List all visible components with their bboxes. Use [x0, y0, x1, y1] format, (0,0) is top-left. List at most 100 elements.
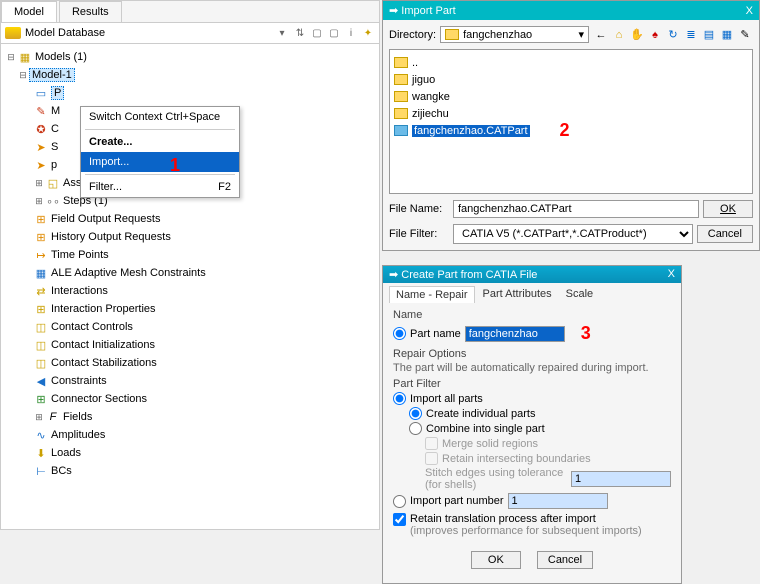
annotation-2: 2: [560, 120, 570, 141]
file-name-input[interactable]: [453, 200, 699, 218]
file-filter-label: File Filter:: [389, 228, 449, 240]
file-catpart[interactable]: fangchenzhao.CATPart2: [394, 122, 748, 139]
database-select[interactable]: Model Database: [25, 27, 275, 39]
part-name-label: Part name: [410, 328, 461, 340]
tool-icon[interactable]: ♠: [647, 27, 663, 43]
create-individual-radio[interactable]: [409, 407, 422, 420]
tree-models[interactable]: ⊟▦Models (1): [5, 48, 375, 66]
new-folder-icon[interactable]: ✎: [737, 27, 753, 43]
tree-contact-init[interactable]: ◫Contact Initializations: [5, 336, 375, 354]
chevron-down-icon[interactable]: ▾: [578, 28, 584, 41]
file-up[interactable]: ..: [394, 54, 748, 71]
retain-translation-sublabel: (improves performance for subsequent imp…: [410, 525, 642, 537]
list-icon[interactable]: ≣: [683, 27, 699, 43]
prev-dir-icon[interactable]: ←: [593, 27, 609, 43]
close-icon[interactable]: X: [746, 5, 753, 17]
retain-boundaries-check: [425, 452, 438, 465]
details-icon[interactable]: ▤: [701, 27, 717, 43]
tree-fields[interactable]: ⊞FFields: [5, 408, 375, 426]
ctx-create[interactable]: Create...: [81, 132, 239, 152]
tab-scale[interactable]: Scale: [560, 286, 600, 303]
folder-icon: [394, 91, 408, 102]
file-name-label: File Name:: [389, 203, 449, 215]
tree-interaction-props[interactable]: ⊞Interaction Properties: [5, 300, 375, 318]
bulb-icon[interactable]: ✦: [361, 26, 375, 40]
ctx-filter[interactable]: Filter...F2: [81, 177, 239, 197]
import-number-input[interactable]: [508, 493, 608, 509]
ctx-import[interactable]: Import...: [81, 152, 239, 172]
annotation-3: 3: [581, 323, 591, 344]
file-list[interactable]: .. jiguo wangke zijiechu fangchenzhao.CA…: [389, 49, 753, 194]
folder-icon: [394, 57, 408, 68]
import-title-text: ➡ Import Part: [389, 4, 456, 17]
tree-connector-sections[interactable]: ⊞Connector Sections: [5, 390, 375, 408]
import-number-radio[interactable]: [393, 495, 406, 508]
tree-parts[interactable]: ▭P: [5, 84, 375, 102]
tree-time-points[interactable]: ↦Time Points: [5, 246, 375, 264]
tab-name-repair[interactable]: Name - Repair: [389, 286, 475, 303]
updown-icon[interactable]: ⇅: [293, 26, 307, 40]
home-icon[interactable]: ⌂: [611, 27, 627, 43]
work-icon[interactable]: ✋: [629, 27, 645, 43]
database-icon: [5, 27, 21, 39]
context-menu: Switch Context Ctrl+Space Create... Impo…: [80, 106, 240, 198]
db-toolbar: ⇅ ▢ ▢ i ✦: [293, 26, 375, 40]
file-folder[interactable]: jiguo: [394, 71, 748, 88]
folder-icon: [445, 29, 459, 40]
tree-contact-controls[interactable]: ◫Contact Controls: [5, 318, 375, 336]
tab-model[interactable]: Model: [1, 1, 57, 22]
tab-results[interactable]: Results: [59, 1, 122, 22]
import-dialog-title: ➡ Import Part X: [383, 1, 759, 20]
annotation-1: 1: [170, 155, 180, 176]
ok-button[interactable]: OK: [471, 551, 521, 569]
import-part-dialog: ➡ Import Part X Directory: fangchenzhao …: [382, 0, 760, 251]
tree-bcs[interactable]: ⊢BCs: [5, 462, 375, 480]
directory-label: Directory:: [389, 29, 436, 41]
new2-icon[interactable]: ▢: [327, 26, 341, 40]
dropdown-icon[interactable]: ▾: [275, 26, 289, 40]
import-all-label: Import all parts: [410, 393, 483, 405]
import-all-radio[interactable]: [393, 392, 406, 405]
part-name-input[interactable]: [465, 326, 565, 342]
ctx-switch-context[interactable]: Switch Context Ctrl+Space: [81, 107, 239, 127]
cancel-button[interactable]: Cancel: [697, 225, 753, 243]
create-part-dialog: ➡ Create Part from CATIA File X Name - R…: [382, 265, 682, 584]
retain-boundaries-label: Retain intersecting boundaries: [442, 453, 591, 465]
stitch-tolerance-input[interactable]: [571, 471, 671, 487]
repair-group-header: Repair Options: [393, 348, 671, 360]
create-dialog-tabs: Name - Repair Part Attributes Scale: [383, 283, 681, 303]
file-folder[interactable]: zijiechu: [394, 105, 748, 122]
tree-model1[interactable]: ⊟Model-1: [5, 66, 375, 84]
tree-contact-stab[interactable]: ◫Contact Stabilizations: [5, 354, 375, 372]
combine-label: Combine into single part: [426, 423, 545, 435]
tree-history-output[interactable]: ⊞History Output Requests: [5, 228, 375, 246]
ok-button[interactable]: OK: [703, 200, 753, 218]
model-tree-panel: Model Results Model Database ▾ ⇅ ▢ ▢ i ✦…: [0, 0, 380, 530]
cancel-button[interactable]: Cancel: [537, 551, 593, 569]
retain-translation-check[interactable]: [393, 513, 406, 526]
tree-interactions[interactable]: ⇄Interactions: [5, 282, 375, 300]
tree-ale[interactable]: ▦ALE Adaptive Mesh Constraints: [5, 264, 375, 282]
panel-tabs: Model Results: [1, 1, 379, 23]
new-icon[interactable]: ▢: [310, 26, 324, 40]
tree-constraints[interactable]: ◀Constraints: [5, 372, 375, 390]
close-icon[interactable]: X: [668, 268, 675, 281]
combine-radio[interactable]: [409, 422, 422, 435]
merge-solid-label: Merge solid regions: [442, 438, 538, 450]
stitch-label: Stitch edges using tolerance (for shells…: [425, 467, 567, 491]
part-name-radio[interactable]: [393, 327, 406, 340]
directory-bar: Directory: fangchenzhao ▾ ← ⌂ ✋ ♠ ↻ ≣ ▤ …: [389, 26, 753, 43]
file-filter-select[interactable]: CATIA V5 (*.CATPart*,*.CATProduct*): [453, 224, 693, 244]
tab-part-attributes[interactable]: Part Attributes: [477, 286, 558, 303]
tree-amplitudes[interactable]: ∿Amplitudes: [5, 426, 375, 444]
import-number-label: Import part number: [410, 495, 504, 507]
tree-loads[interactable]: ⬇Loads: [5, 444, 375, 462]
grid-icon[interactable]: ▦: [719, 27, 735, 43]
tree-field-output[interactable]: ⊞Field Output Requests: [5, 210, 375, 228]
file-folder[interactable]: wangke: [394, 88, 748, 105]
catpart-icon: [394, 125, 408, 136]
up-icon[interactable]: ↻: [665, 27, 681, 43]
info-icon[interactable]: i: [344, 26, 358, 40]
create-individual-label: Create individual parts: [426, 408, 535, 420]
directory-select[interactable]: fangchenzhao ▾: [440, 26, 589, 43]
